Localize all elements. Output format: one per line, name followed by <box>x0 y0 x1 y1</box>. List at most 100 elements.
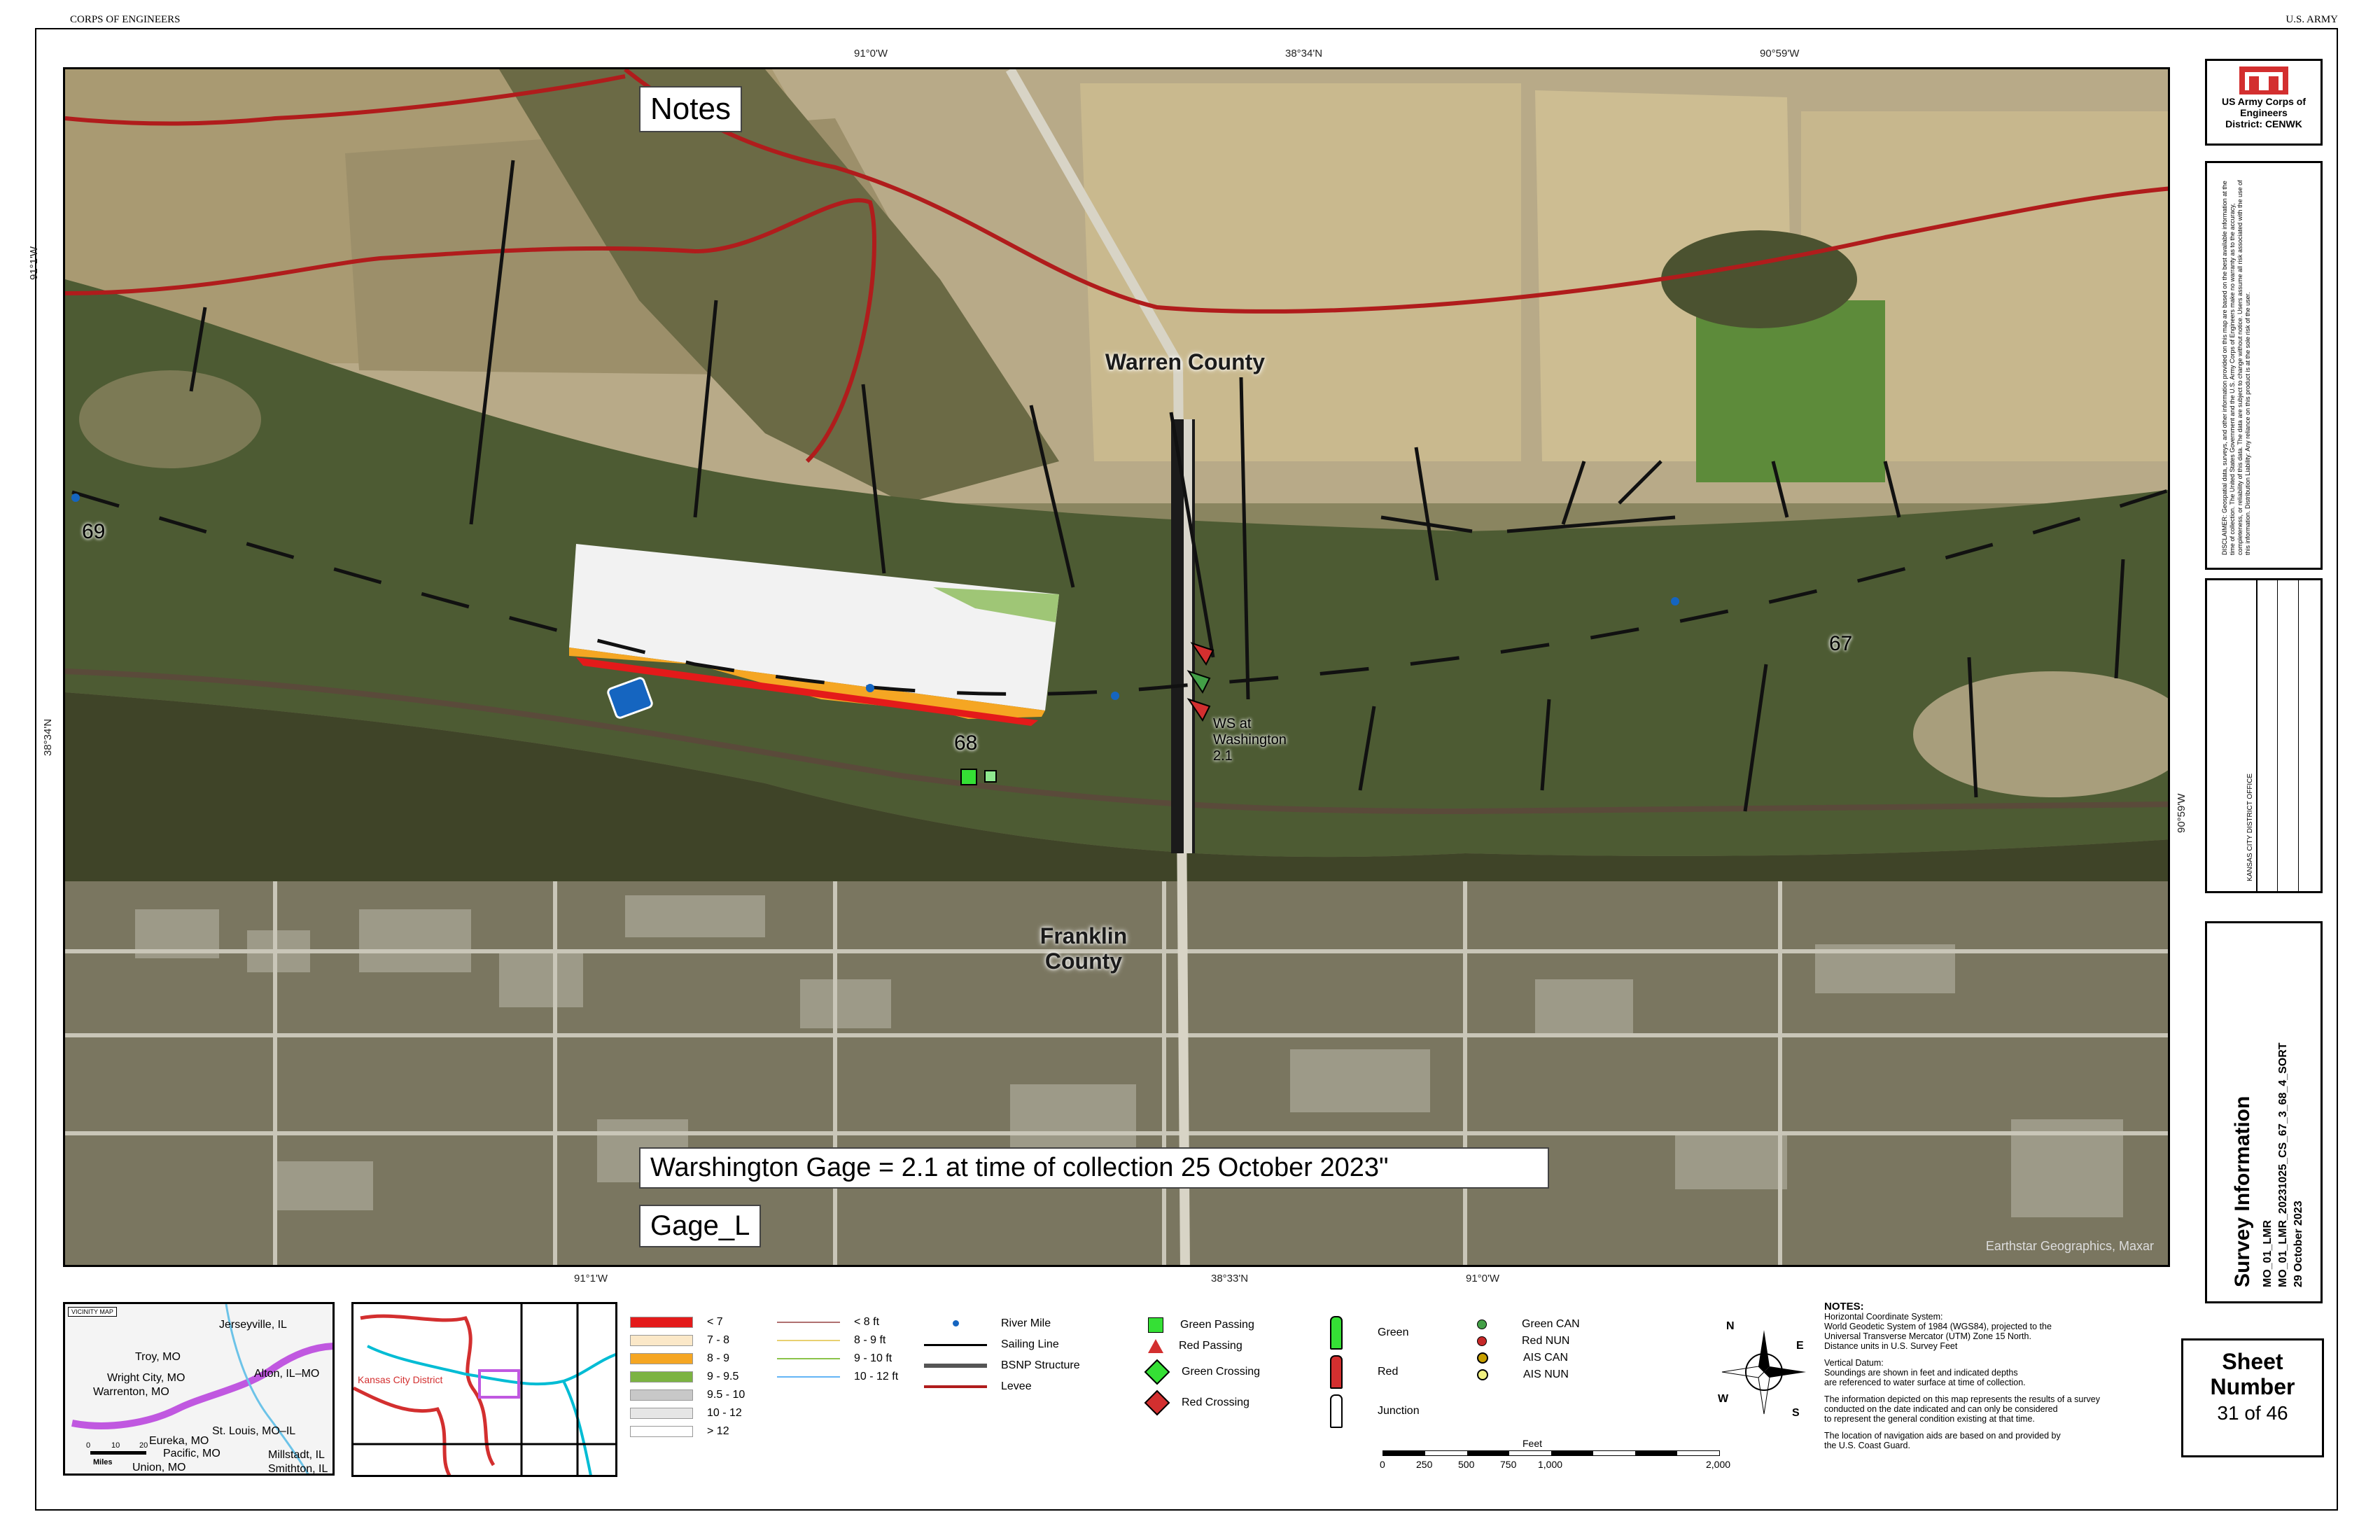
place-jerseyville: Jerseyville, IL <box>219 1319 287 1331</box>
notes-label: Notes <box>639 86 742 132</box>
legend-marker-label-2: Red Passing <box>1179 1340 1242 1352</box>
place-millstadt: Millstadt, IL <box>268 1449 325 1461</box>
legend-buoys: Green Red Junction <box>1330 1313 1420 1431</box>
swatch-9-95 <box>630 1371 693 1382</box>
revision-panel: KANSAS CITY DISTRICT OFFICE <box>2205 578 2323 893</box>
legend-depth-label-7: > 12 <box>707 1425 729 1437</box>
red-nun-icon <box>1477 1336 1487 1346</box>
place-smithton: Smithton, IL <box>268 1463 328 1475</box>
usace-logo-panel: US Army Corps of Engineers District: CEN… <box>2205 59 2323 146</box>
notes-line: The information depicted on this map rep… <box>1824 1394 2100 1404</box>
map-graphics <box>65 69 2168 1265</box>
legend-line-label-3: BSNP Structure <box>1001 1359 1080 1371</box>
notes-line: Soundings are shown in feet and indicate… <box>1824 1368 2018 1378</box>
legend-contour-label-4: 10 - 12 ft <box>854 1371 899 1382</box>
swatch-8-9 <box>630 1353 693 1364</box>
sheet-label: Sheet Number <box>2210 1349 2295 1399</box>
scale-tick-1000: 1,000 <box>1538 1459 1563 1470</box>
vicinity-map: VICINITY MAP Jerseyville, IL Troy, MO Wr… <box>63 1302 335 1476</box>
notes-line: Distance units in U.S. Survey Feet <box>1824 1341 1958 1351</box>
swatch-95-10 <box>630 1390 693 1401</box>
notes-line: to represent the general condition exist… <box>1824 1414 2035 1424</box>
notes-line: Horizontal Coordinate System: <box>1824 1312 1943 1322</box>
compass-e: E <box>1796 1340 1804 1352</box>
coord-bottom-3: 91°0'W <box>1466 1273 1500 1284</box>
swatch-lt7 <box>630 1317 693 1328</box>
legend-lines: River Mile Sailing Line BSNP Structure L… <box>924 1313 1080 1397</box>
bsnp-structure-icon <box>924 1364 987 1368</box>
scale-unit: Feet <box>1522 1438 1543 1449</box>
coord-bottom-2: 38°33'N <box>1211 1273 1249 1284</box>
notes-line: are referenced to water surface at time … <box>1824 1378 2026 1387</box>
legend-cans: Green CAN Red NUN AIS CAN AIS NUN <box>1477 1316 1580 1383</box>
red-buoy-icon <box>1330 1355 1343 1389</box>
swatch-10-12 <box>630 1408 693 1419</box>
survey-info-panel: Survey Information MO_01_LMR MO_01_LMR_2… <box>2205 921 2323 1303</box>
legend-line-label-4: Levee <box>1001 1380 1032 1392</box>
legend-can-label-2: Red NUN <box>1522 1335 1570 1347</box>
legend-depth-label-5: 9.5 - 10 <box>707 1389 746 1401</box>
office-label: KANSAS CITY DISTRICT OFFICE <box>2246 773 2254 881</box>
gage-label: Gage_L <box>639 1205 762 1247</box>
legend-contours: < 8 ft 8 - 9 ft 9 - 10 ft 10 - 12 ft <box>777 1313 898 1386</box>
place-alton: Alton, IL–MO <box>254 1368 320 1380</box>
swatch-gt12 <box>630 1426 693 1437</box>
legend-contour-label-2: 8 - 9 ft <box>854 1334 886 1346</box>
survey-line-3: 29 October 2023 <box>2292 1200 2304 1287</box>
survey-line-1: MO_01_LMR <box>2262 1219 2274 1287</box>
coord-left-2: 38°34'N <box>42 718 54 756</box>
imagery-credit: Earthstar Geographics, Maxar <box>1985 1239 2154 1253</box>
legend-buoy-label-2: Red <box>1378 1366 1399 1378</box>
legend-marker-label-3: Green Crossing <box>1182 1366 1261 1378</box>
place-warrenton: Warrenton, MO <box>93 1386 169 1398</box>
river-mile-icon <box>952 1320 959 1326</box>
levee-icon <box>924 1385 987 1388</box>
green-can-icon <box>1477 1320 1487 1329</box>
survey-line-2: MO_01_LMR_20231025_CS_67_3_68_4_SORT <box>2277 1042 2289 1287</box>
notes-line: World Geodetic System of 1984 (WGS84), p… <box>1824 1322 2052 1331</box>
vicinity-scale-10: 10 <box>111 1441 120 1450</box>
vicinity-scale-20: 20 <box>139 1441 148 1450</box>
green-crossing-icon <box>1144 1359 1170 1385</box>
place-pacific: Pacific, MO <box>163 1448 220 1460</box>
org-name: US Army Corps of Engineers <box>2221 96 2306 118</box>
sheet-number-panel: Sheet Number 31 of 46 <box>2181 1338 2324 1457</box>
castle-icon <box>2239 66 2288 94</box>
legend-markers: Green Passing Red Passing Green Crossing… <box>1144 1315 1261 1418</box>
place-st-louis: St. Louis, MO–IL <box>212 1425 296 1437</box>
overview-label: Kansas City District <box>358 1374 443 1385</box>
legend-depth-label-2: 7 - 8 <box>707 1334 730 1346</box>
legend-depth-label-3: 8 - 9 <box>707 1352 730 1364</box>
red-crossing-icon <box>1144 1390 1170 1416</box>
scale-tick-0: 0 <box>1380 1459 1385 1470</box>
legend-depth-label-6: 10 - 12 <box>707 1407 742 1419</box>
junction-buoy-icon <box>1330 1394 1343 1428</box>
sheet-number: 31 of 46 <box>2217 1402 2288 1424</box>
contour-line-2 <box>777 1340 840 1341</box>
compass-s: S <box>1792 1407 1800 1419</box>
compass-w: W <box>1718 1393 1729 1405</box>
legend-can-label-4: AIS NUN <box>1523 1368 1569 1380</box>
notes-line: Universal Transverse Mercator (UTM) Zone… <box>1824 1331 2031 1341</box>
legend-marker-label-4: Red Crossing <box>1182 1396 1250 1408</box>
river-mile-68: 68 <box>954 732 978 755</box>
survey-map[interactable]: Notes Warren County Franklin County 69 6… <box>63 67 2170 1267</box>
legend-contour-label-1: < 8 ft <box>854 1316 880 1328</box>
legend-line-label-2: Sailing Line <box>1001 1338 1059 1350</box>
notes-spacer <box>1824 1351 2174 1358</box>
coord-top-1: 91°0'W <box>854 48 888 59</box>
notes-spacer <box>1824 1424 2174 1431</box>
legend-depth: < 7 7 - 8 8 - 9 9 - 9.5 9.5 - 10 10 - 12… <box>630 1313 745 1441</box>
contour-line-4 <box>777 1376 840 1378</box>
overview-map: Kansas City District <box>351 1302 617 1477</box>
notes-block: NOTES: Horizontal Coordinate System: Wor… <box>1824 1301 2174 1450</box>
district-name: District: CENWK <box>2225 118 2302 130</box>
legend-marker-label-1: Green Passing <box>1180 1319 1254 1331</box>
disclaimer-text: DISCLAIMER: Geospatial data, surveys, an… <box>2221 180 2251 555</box>
legend-depth-label-4: 9 - 9.5 <box>707 1371 739 1382</box>
disclaimer-panel: DISCLAIMER: Geospatial data, surveys, an… <box>2205 161 2323 570</box>
gage-text-box: Warshington Gage = 2.1 at time of collec… <box>639 1147 1549 1189</box>
legend-can-label-1: Green CAN <box>1522 1318 1580 1330</box>
legend-can-label-3: AIS CAN <box>1523 1352 1569 1364</box>
green-passing-icon <box>1148 1317 1163 1333</box>
